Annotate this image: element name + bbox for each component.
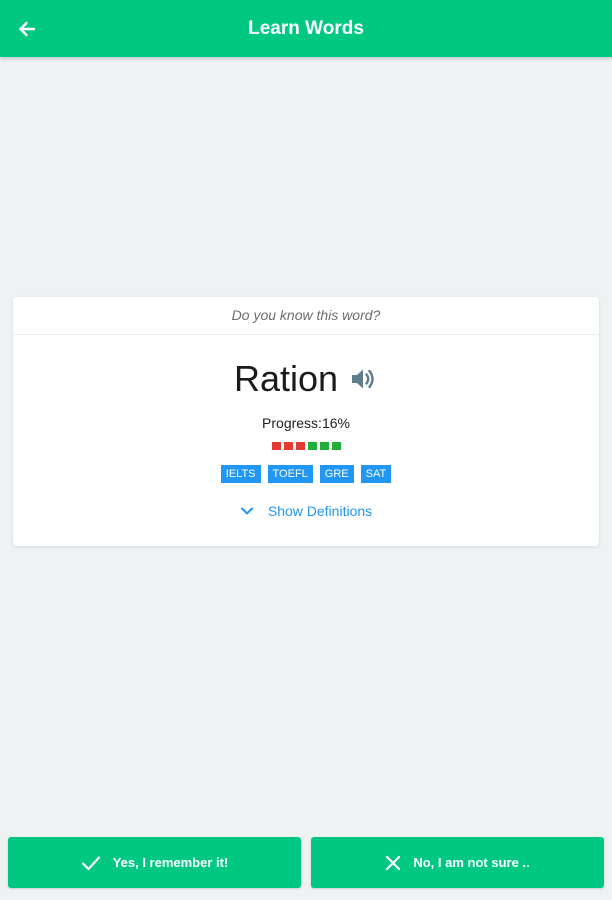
word-card: Do you know this word? Ration Progress:1… bbox=[13, 297, 599, 546]
progress-square bbox=[283, 442, 293, 450]
exam-tag[interactable]: SAT bbox=[360, 465, 392, 483]
progress-label: Progress:16% bbox=[262, 415, 350, 431]
remember-button[interactable]: Yes, I remember it! bbox=[8, 837, 301, 888]
pronounce-button[interactable] bbox=[348, 364, 378, 394]
exam-tag[interactable]: TOEFL bbox=[267, 465, 313, 483]
exam-tag[interactable]: GRE bbox=[319, 465, 354, 483]
not-sure-button[interactable]: No, I am not sure .. bbox=[311, 837, 604, 888]
progress-square bbox=[319, 442, 329, 450]
page-title: Learn Words bbox=[248, 18, 364, 39]
close-icon bbox=[385, 855, 401, 871]
check-icon bbox=[81, 855, 101, 871]
remember-label: Yes, I remember it! bbox=[112, 855, 229, 870]
progress-squares bbox=[13, 442, 599, 450]
volume-icon bbox=[352, 369, 374, 389]
not-sure-label: No, I am not sure .. bbox=[413, 855, 530, 870]
progress-square bbox=[307, 442, 317, 450]
word-text: Ration bbox=[233, 358, 339, 399]
show-definitions-button[interactable]: Show Definitions bbox=[13, 503, 599, 519]
chevron-down-icon bbox=[240, 506, 254, 516]
word-row: Ration bbox=[13, 357, 599, 401]
progress-square bbox=[331, 442, 341, 450]
question-text: Do you know this word? bbox=[13, 297, 599, 335]
show-definitions-label: Show Definitions bbox=[267, 503, 373, 519]
exam-tags: IELTS TOEFL GRE SAT bbox=[13, 465, 599, 483]
exam-tag[interactable]: IELTS bbox=[220, 465, 261, 483]
progress-square bbox=[271, 442, 281, 450]
progress-square bbox=[295, 442, 305, 450]
app-bar: Learn Words bbox=[0, 0, 612, 57]
